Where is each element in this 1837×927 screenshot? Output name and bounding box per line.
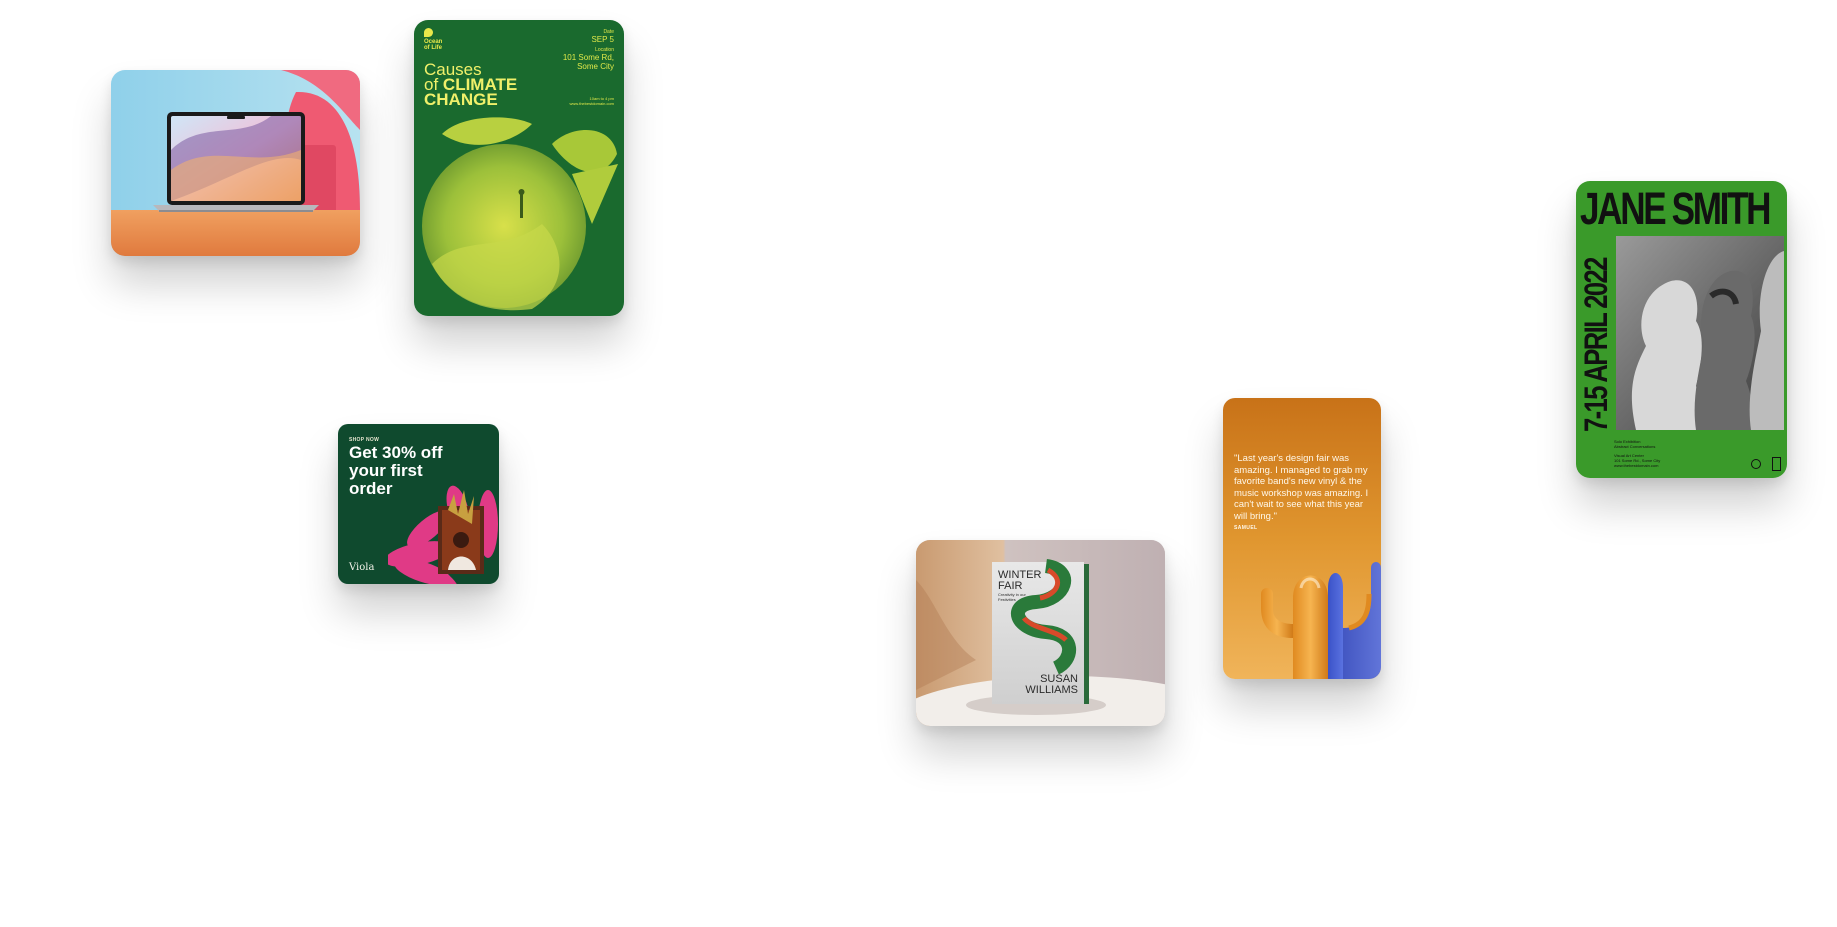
cactus-artwork <box>1261 562 1381 679</box>
laptop-mockup-card[interactable] <box>111 70 360 256</box>
event-url: www.thebestdomain.com <box>569 101 614 106</box>
poster-date-text: 7-15 APRIL 2022 <box>1578 258 1614 432</box>
address-line-2: Some City <box>577 62 614 71</box>
exhibition-info: Solo Exhibition Abstract Conversations <box>1614 439 1655 449</box>
book-author-line-2: WILLIAMS <box>1025 684 1078 696</box>
book-title: WINTER FAIR <box>998 570 1041 592</box>
discount-offer-card[interactable]: SHOP NOW Get 30% off your first order Vi… <box>338 424 499 584</box>
book-subtitle-line-2: Festivities <box>998 597 1016 602</box>
testimonial-quote-card[interactable]: "Last year's design fair was amazing. I … <box>1223 398 1381 679</box>
logo-line-2: of Life <box>424 45 442 51</box>
badge-logo-icon <box>1772 457 1781 471</box>
venue-info: Visual Art Center 101 Some Rd., Some Cit… <box>1614 453 1660 468</box>
flower-artwork <box>388 485 498 584</box>
poster-title: Causes of CLIMATE CHANGE <box>424 61 517 109</box>
brand-name: Viola <box>349 562 375 573</box>
book-author: SUSAN WILLIAMS <box>998 674 1078 696</box>
jane-smith-exhibition-poster-card[interactable]: JANE SMITH 7-15 APRIL 2022 Solo Exhibiti… <box>1576 181 1787 478</box>
winter-fair-book-card[interactable]: WINTER FAIR Creativity in our Festivitie… <box>916 540 1165 726</box>
venue-url: www.thebestdomain.com <box>1614 463 1659 468</box>
address-line-1: 101 Some Rd, <box>562 53 614 62</box>
book-title-line-2: FAIR <box>998 580 1023 592</box>
poster-date-wrap: 7-15 APRIL 2022 <box>1578 237 1614 432</box>
book-subtitle: Creativity in our Festivities <box>998 592 1026 602</box>
title-line-3: CHANGE <box>424 90 498 109</box>
event-time-url: 10am to 4 pm www.thebestdomain.com <box>570 96 614 106</box>
poster-title: JANE SMITH <box>1580 183 1772 234</box>
laptop-mockup-image <box>111 70 360 256</box>
circle-logo-icon <box>1751 459 1761 469</box>
ocean-of-life-logo: Ocean of Life <box>424 28 442 51</box>
leaf-icon <box>424 28 433 37</box>
event-details: Date SEP 5 Location 101 Some Rd, Some Ci… <box>563 29 614 71</box>
book-mockup-image <box>916 540 1165 726</box>
climate-artwork <box>422 117 618 311</box>
sculpture-photo <box>1616 236 1784 430</box>
poster-date: 7-15 APRIL 2022 <box>1578 237 1614 432</box>
event-date: SEP 5 <box>591 35 614 44</box>
testimonial-text: "Last year's design fair was amazing. I … <box>1234 453 1369 522</box>
exhibition-name: Abstract Conversations <box>1614 444 1656 449</box>
climate-change-poster-card[interactable]: Ocean of Life Date SEP 5 Location 101 So… <box>414 20 624 316</box>
